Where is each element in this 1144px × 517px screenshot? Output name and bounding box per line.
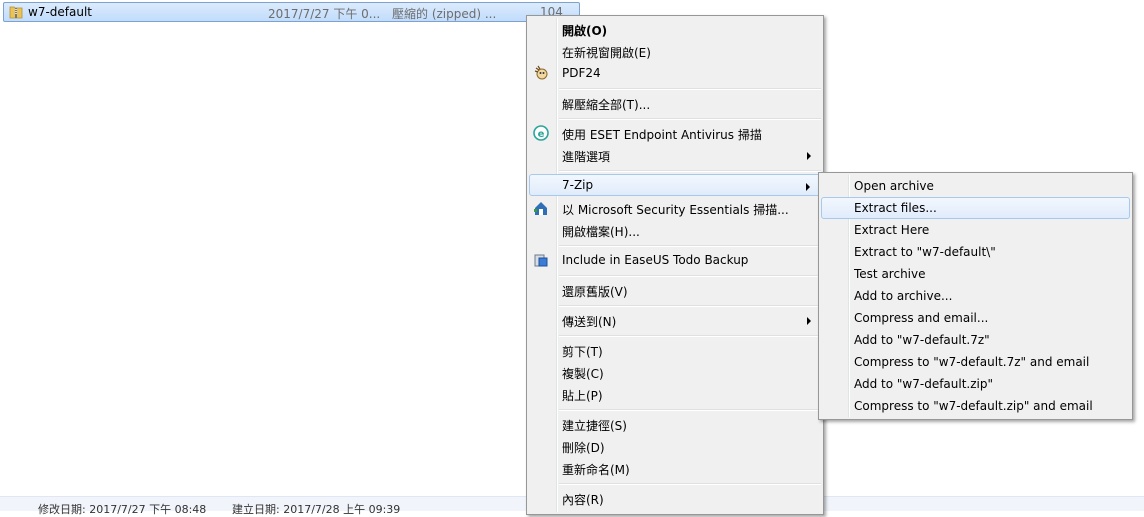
submenu-item-test-archive[interactable]: Test archive: [821, 263, 1130, 285]
svg-text:e: e: [538, 129, 545, 140]
menu-item-label: Test archive: [854, 267, 926, 281]
zip-folder-icon: [9, 6, 23, 19]
menu-item-label: 7-Zip: [562, 178, 594, 192]
file-type: 壓縮的 (zipped) ...: [392, 7, 497, 21]
file-row-selected[interactable]: w7-default 2017/7/27 下午 0... 壓縮的 (zipped…: [3, 2, 580, 33]
menu-item-label: 開啟檔案(H)...: [562, 225, 640, 239]
menu-item-label: 剪下(T): [562, 345, 603, 359]
menu-item-eset-scan[interactable]: e 使用 ESET Endpoint Antivirus 掃描: [529, 122, 821, 144]
menu-item-label: Add to "w7-default.7z": [854, 333, 990, 347]
menu-item-label: PDF24: [562, 66, 601, 80]
menu-item-open-new-window[interactable]: 在新視窗開啟(E): [529, 40, 821, 62]
menu-item-advanced-options[interactable]: 進階選項: [529, 144, 821, 166]
menu-item-rename[interactable]: 重新命名(M): [529, 457, 821, 479]
menu-item-label: Open archive: [854, 179, 934, 193]
context-menu: 開啟(O) 在新視窗開啟(E) PDF24 解壓縮全部(T)... e 使用 E…: [526, 15, 824, 515]
submenu-item-compress-7z-email[interactable]: Compress to "w7-default.7z" and email: [821, 351, 1130, 373]
menu-item-label: Add to archive...: [854, 289, 953, 303]
submenu-item-open-archive[interactable]: Open archive: [821, 175, 1130, 197]
menu-separator: [559, 335, 821, 337]
pdf24-icon: [534, 65, 548, 80]
submenu-item-add-to-7z[interactable]: Add to "w7-default.7z": [821, 329, 1130, 351]
chevron-right-icon: [807, 317, 811, 325]
submenu-item-extract-here[interactable]: Extract Here: [821, 219, 1130, 241]
menu-item-extract-all[interactable]: 解壓縮全部(T)...: [529, 92, 821, 114]
menu-item-cut[interactable]: 剪下(T): [529, 339, 821, 361]
menu-separator: [559, 275, 821, 277]
menu-separator: [559, 118, 821, 120]
menu-item-open[interactable]: 開啟(O): [529, 18, 821, 40]
menu-item-label: 開啟(O): [562, 24, 608, 38]
menu-item-label: Add to "w7-default.zip": [854, 377, 994, 391]
menu-item-label: Extract to "w7-default\": [854, 245, 996, 259]
menu-item-open-file[interactable]: 開啟檔案(H)...: [529, 219, 821, 241]
menu-item-mse-scan[interactable]: 以 Microsoft Security Essentials 掃描...: [529, 197, 821, 219]
eset-icon: e: [533, 125, 549, 141]
submenu-item-compress-email[interactable]: Compress and email...: [821, 307, 1130, 329]
menu-item-label: 使用 ESET Endpoint Antivirus 掃描: [562, 128, 762, 142]
menu-item-easeus-backup[interactable]: Include in EaseUS Todo Backup: [529, 249, 821, 271]
menu-item-restore-versions[interactable]: 還原舊版(V): [529, 279, 821, 301]
menu-item-label: Extract Here: [854, 223, 930, 237]
menu-item-label: 建立捷徑(S): [562, 419, 627, 433]
chevron-right-icon: [806, 183, 810, 191]
submenu-item-extract-files[interactable]: Extract files...: [821, 197, 1130, 219]
status-modified: 修改日期: 2017/7/27 下午 08:48: [38, 503, 207, 516]
file-name: w7-default: [28, 5, 93, 19]
menu-separator: [559, 88, 821, 90]
menu-item-label: 內容(R): [562, 493, 604, 507]
submenu-item-add-to-archive[interactable]: Add to archive...: [821, 285, 1130, 307]
status-created: 建立日期: 2017/7/28 上午 09:39: [232, 503, 401, 516]
menu-separator: [559, 245, 821, 247]
menu-item-7zip[interactable]: 7-Zip: [529, 174, 821, 196]
menu-item-label: 還原舊版(V): [562, 285, 628, 299]
submenu-7zip: Open archive Extract files... Extract He…: [818, 172, 1133, 420]
menu-item-label: 傳送到(N): [562, 315, 617, 329]
menu-item-send-to[interactable]: 傳送到(N): [529, 309, 821, 331]
menu-separator: [559, 483, 821, 485]
menu-item-properties[interactable]: 內容(R): [529, 487, 821, 509]
menu-item-label: Compress to "w7-default.7z" and email: [854, 355, 1090, 369]
menu-item-delete[interactable]: 刪除(D): [529, 435, 821, 457]
menu-item-pdf24[interactable]: PDF24: [529, 62, 821, 84]
menu-separator: [559, 170, 821, 172]
chevron-right-icon: [807, 152, 811, 160]
menu-item-label: 進階選項: [562, 150, 611, 164]
menu-item-label: 刪除(D): [562, 441, 605, 455]
file-modified: 2017/7/27 下午 0...: [268, 7, 381, 21]
menu-item-label: 複製(C): [562, 367, 604, 381]
menu-item-paste[interactable]: 貼上(P): [529, 383, 821, 405]
menu-item-label: Compress and email...: [854, 311, 989, 325]
menu-item-label: 解壓縮全部(T)...: [562, 98, 651, 112]
menu-separator: [559, 305, 821, 307]
menu-separator: [559, 409, 821, 411]
menu-item-label: 重新命名(M): [562, 463, 630, 477]
menu-item-copy[interactable]: 複製(C): [529, 361, 821, 383]
menu-item-label: 貼上(P): [562, 389, 603, 403]
submenu-item-extract-to-folder[interactable]: Extract to "w7-default\": [821, 241, 1130, 263]
security-essentials-icon: [534, 202, 547, 215]
easeus-icon: [534, 254, 548, 267]
submenu-item-compress-zip-email[interactable]: Compress to "w7-default.zip" and email: [821, 395, 1130, 417]
menu-item-create-shortcut[interactable]: 建立捷徑(S): [529, 413, 821, 435]
menu-item-label: Include in EaseUS Todo Backup: [562, 253, 749, 267]
submenu-item-add-to-zip[interactable]: Add to "w7-default.zip": [821, 373, 1130, 395]
menu-item-label: 在新視窗開啟(E): [562, 46, 651, 60]
menu-item-label: Compress to "w7-default.zip" and email: [854, 399, 1093, 413]
menu-item-label: Extract files...: [854, 201, 937, 215]
menu-item-label: 以 Microsoft Security Essentials 掃描...: [562, 203, 789, 217]
